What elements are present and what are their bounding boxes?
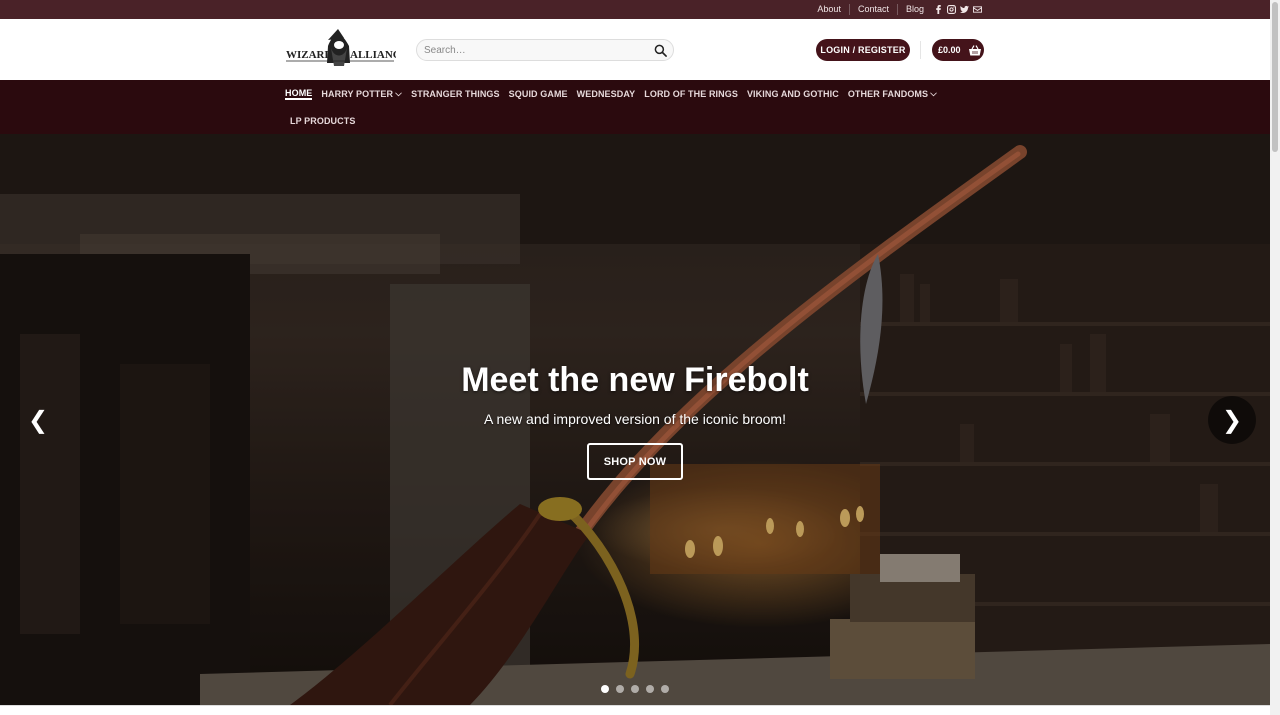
nav-item-label: STRANGER THINGS: [411, 89, 500, 99]
nav-row-secondary: LP PRODUCTS: [290, 115, 364, 127]
svg-text:ALLIANCE: ALLIANCE: [350, 49, 396, 61]
cart-button[interactable]: £0.00: [932, 39, 984, 61]
social-links: [934, 5, 982, 14]
nav-item-stranger-things[interactable]: STRANGER THINGS: [411, 89, 500, 99]
slider-dot[interactable]: [631, 685, 639, 693]
nav-item-label: LP PRODUCTS: [290, 116, 356, 126]
content-below-fold: [0, 705, 1270, 715]
header-divider: [920, 41, 921, 59]
nav-item-lord-of-the-rings[interactable]: LORD OF THE RINGS: [644, 89, 738, 99]
slider-dot[interactable]: [601, 685, 609, 693]
nav-item-wednesday[interactable]: WEDNESDAY: [577, 89, 636, 99]
search-input[interactable]: [417, 40, 647, 61]
top-bar-links: About Contact Blog: [809, 0, 982, 19]
nav-item-harry-potter[interactable]: HARRY POTTER: [321, 89, 402, 99]
hero-subtitle: A new and improved version of the iconic…: [484, 411, 786, 427]
nav-item-label: OTHER FANDOMS: [847, 89, 929, 99]
site-header: WIZARD ALLIANCE LOGIN / REGISTER £0.00: [0, 19, 1270, 80]
facebook-icon[interactable]: [934, 5, 943, 14]
main-nav: HOME HARRY POTTER STRANGER THINGS SQUID …: [0, 80, 1270, 134]
about-link[interactable]: About: [809, 4, 850, 15]
slider-dot[interactable]: [646, 685, 654, 693]
slider-dots: [601, 685, 669, 693]
scrollbar-thumb[interactable]: [1272, 2, 1278, 152]
contact-link[interactable]: Contact: [850, 4, 898, 15]
hero-title: Meet the new Firebolt: [461, 361, 809, 399]
nav-item-label: WEDNESDAY: [576, 89, 636, 99]
nav-item-label: SQUID GAME: [508, 89, 568, 99]
nav-item-home[interactable]: HOME: [285, 88, 313, 100]
hero-slider: Meet the new Firebolt A new and improved…: [0, 134, 1270, 705]
nav-item-label: HARRY POTTER: [321, 89, 394, 99]
nav-item-lp-products[interactable]: LP PRODUCTS: [290, 116, 355, 126]
twitter-icon[interactable]: [960, 5, 969, 14]
slider-dot[interactable]: [616, 685, 624, 693]
nav-item-label: LORD OF THE RINGS: [644, 89, 738, 99]
nav-item-viking-and-gothic[interactable]: VIKING AND GOTHIC: [747, 89, 839, 99]
shop-now-button[interactable]: SHOP NOW: [587, 443, 683, 480]
nav-item-label: HOME: [285, 88, 313, 98]
nav-item-squid-game[interactable]: SQUID GAME: [509, 89, 568, 99]
cart-total: £0.00: [938, 45, 961, 55]
slider-prev-arrow[interactable]: ❮: [14, 396, 62, 444]
search-icon[interactable]: [654, 44, 667, 57]
blog-link[interactable]: Blog: [898, 4, 932, 15]
page-scrollbar[interactable]: [1270, 0, 1280, 715]
chevron-down-icon: [930, 91, 938, 96]
top-bar: About Contact Blog: [0, 0, 1270, 19]
basket-icon: [968, 44, 981, 55]
nav-row-primary: HOME HARRY POTTER STRANGER THINGS SQUID …: [285, 88, 946, 100]
nav-item-label: VIKING AND GOTHIC: [746, 89, 839, 99]
svg-text:WIZARD: WIZARD: [286, 49, 333, 61]
search-bar: [416, 39, 674, 61]
instagram-icon[interactable]: [947, 5, 956, 14]
chevron-down-icon: [395, 91, 402, 96]
site-logo[interactable]: WIZARD ALLIANCE: [284, 28, 408, 71]
nav-item-other-fandoms[interactable]: OTHER FANDOMS: [847, 89, 938, 99]
slider-next-arrow[interactable]: ❯: [1208, 396, 1256, 444]
slider-dot[interactable]: [661, 685, 669, 693]
login-register-button[interactable]: LOGIN / REGISTER: [816, 39, 910, 61]
email-icon[interactable]: [973, 5, 982, 14]
